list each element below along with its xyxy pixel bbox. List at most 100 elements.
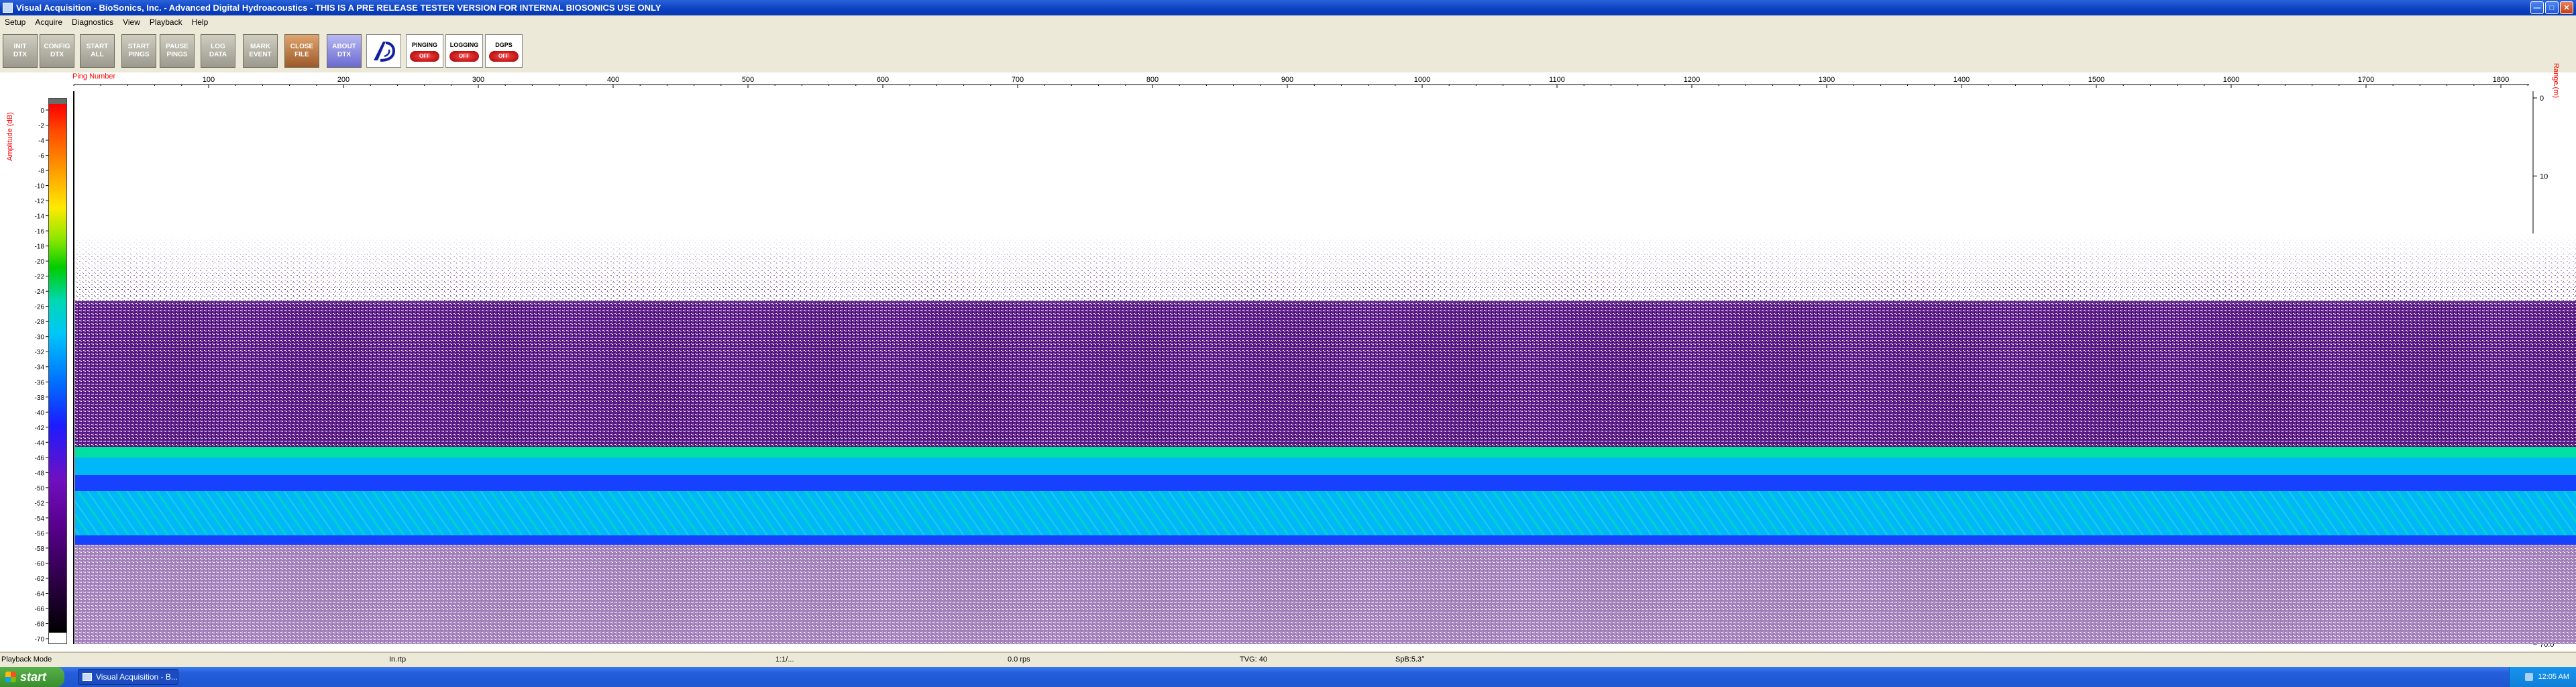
status-mode: Playback Mode [1,655,52,664]
echo-band-upper [75,458,2576,475]
amplitude-tick-label: -58 [35,545,45,553]
ping-tick-label: 1600 [2223,76,2239,84]
menu-view[interactable]: View [118,17,145,27]
echogram-chart[interactable]: 100 200 300 400 500 600 700 800 900 1000 1100 1200 1… [0,72,2576,651]
ping-tick-label: 1000 [1414,76,1430,84]
amplitude-tick-label: 0 [40,107,44,115]
menu-playback[interactable]: Playback [145,17,187,27]
amplitude-tick-label: -36 [35,379,45,386]
ping-tick-label: 1500 [2088,76,2104,84]
ping-tick-label: 1200 [1684,76,1700,84]
dgps-status: DGPS OFF [485,34,523,68]
amplitude-tick-label: -68 [35,621,45,628]
menu-diagnostics[interactable]: Diagnostics [67,17,118,27]
start-button[interactable]: start [0,667,64,687]
amplitude-tick-label: -26 [35,304,45,311]
amplitude-tick-label: -10 [35,183,45,191]
amplitude-tick-label: -18 [35,244,45,251]
start-all-button[interactable]: START ALL [80,34,115,68]
start-pings-button[interactable]: START PINGS [121,34,156,68]
pause-pings-button[interactable]: PAUSE PINGS [160,34,195,68]
dgps-indicator: OFF [489,50,519,62]
ping-tick-label: 100 [203,76,215,84]
amplitude-tick-label: -46 [35,455,45,462]
minimize-button[interactable]: — [2530,1,2544,14]
ping-tick-label: 500 [742,76,754,84]
taskbar-app-button[interactable]: Visual Acquisition - B... [78,669,178,685]
amplitude-tick-label: -64 [35,590,45,598]
noise-dense [75,301,2576,458]
amplitude-tick-label: -60 [35,560,45,568]
amplitude-tick-label: -14 [35,213,45,221]
amplitude-tick-label: -8 [38,168,44,175]
amplitude-tick-label: -38 [35,394,45,402]
maximize-button[interactable]: □ [2545,1,2559,14]
about-dtx-button[interactable]: ABOUT DTX [327,34,362,68]
ping-tick-label: 800 [1146,76,1159,84]
amplitude-tick-label: -66 [35,606,45,613]
ping-tick-label: 300 [472,76,484,84]
ping-tick-label: 1700 [2358,76,2374,84]
biosonics-logo-icon [366,34,401,68]
echo-band-top [75,447,2576,458]
window-controls: — □ ✕ [2530,1,2573,14]
config-dtx-button[interactable]: CONFIG DTX [40,34,74,68]
status-rate: 0.0 rps [1008,655,1030,664]
menu-bar: Setup Acquire Diagnostics View Playback … [0,15,2576,28]
amplitude-tick-label: -20 [35,258,45,266]
amplitude-tick-label: -28 [35,319,45,326]
amplitude-tick-label: -40 [35,409,45,417]
menu-help[interactable]: Help [187,17,213,27]
amplitude-tick-label: -30 [35,334,45,341]
logging-status: LOGGING OFF [445,34,483,68]
ping-tick-label: 900 [1281,76,1293,84]
ping-tick-label: 1100 [1549,76,1565,84]
app-icon [83,673,92,681]
amplitude-tick-label: -22 [35,274,45,281]
amplitude-tick-label: -50 [35,485,45,492]
amplitude-tick-label: -42 [35,425,45,432]
taskbar: start Visual Acquisition - B... 12:05 AM [0,667,2576,687]
close-file-button[interactable]: CLOSE FILE [284,34,319,68]
amplitude-tick-label: -6 [38,153,44,160]
amplitude-tick-label: -52 [35,500,45,507]
window-title: Visual Acquisition - BioSonics, Inc. - A… [16,3,661,13]
amplitude-tick-label: -62 [35,576,45,583]
amplitude-tick-label: -2 [38,123,44,130]
ping-tick-label: 1400 [1953,76,1970,84]
init-dtx-button[interactable]: INIT DTX [3,34,38,68]
amplitude-tick-label: -70 [35,636,45,643]
amplitude-tick-label: -12 [35,198,45,205]
network-icon[interactable] [2524,673,2533,681]
echo-band-gap [75,475,2576,491]
pinging-status: PINGING OFF [406,34,443,68]
logging-indicator: OFF [449,50,479,62]
amplitude-tick-label: -32 [35,349,45,356]
amplitude-tick-label: -54 [35,515,45,523]
close-window-button[interactable]: ✕ [2560,1,2573,14]
amplitude-tick-label: -44 [35,439,45,447]
ping-tick-label: 1300 [1819,76,1835,84]
status-bar: Playback Mode In.rtp 1:1/... 0.0 rps TVG… [0,652,2576,666]
title-bar: Visual Acquisition - BioSonics, Inc. - A… [0,0,2576,15]
ping-tick-label: 200 [337,76,350,84]
ping-tick-label: 600 [877,76,889,84]
status-position: 1:1/... [775,655,794,664]
system-tray: 12:05 AM [2509,667,2576,687]
mark-event-button[interactable]: MARK EVENT [243,34,278,68]
ping-tick-label: 400 [607,76,619,84]
amplitude-tick-label: -34 [35,364,45,372]
range-tick-label: 10 [2540,172,2548,180]
toolbar: INIT DTX CONFIG DTX START ALL START PINGS PA… [0,28,2576,73]
echogram-data [73,91,2576,644]
amplitude-tick-label: -24 [35,288,45,296]
menu-acquire[interactable]: Acquire [30,17,67,27]
status-tvg: TVG: 40 [1240,655,1267,664]
amplitude-tick-label: -48 [35,470,45,477]
amplitude-tick-label: -16 [35,228,45,235]
amplitude-tick-label: -56 [35,530,45,537]
menu-setup[interactable]: Setup [0,17,30,27]
amplitude-tick-label: -4 [38,138,44,145]
ping-tick-label: 1800 [2493,76,2509,84]
log-data-button[interactable]: LOG DATA [201,34,235,68]
